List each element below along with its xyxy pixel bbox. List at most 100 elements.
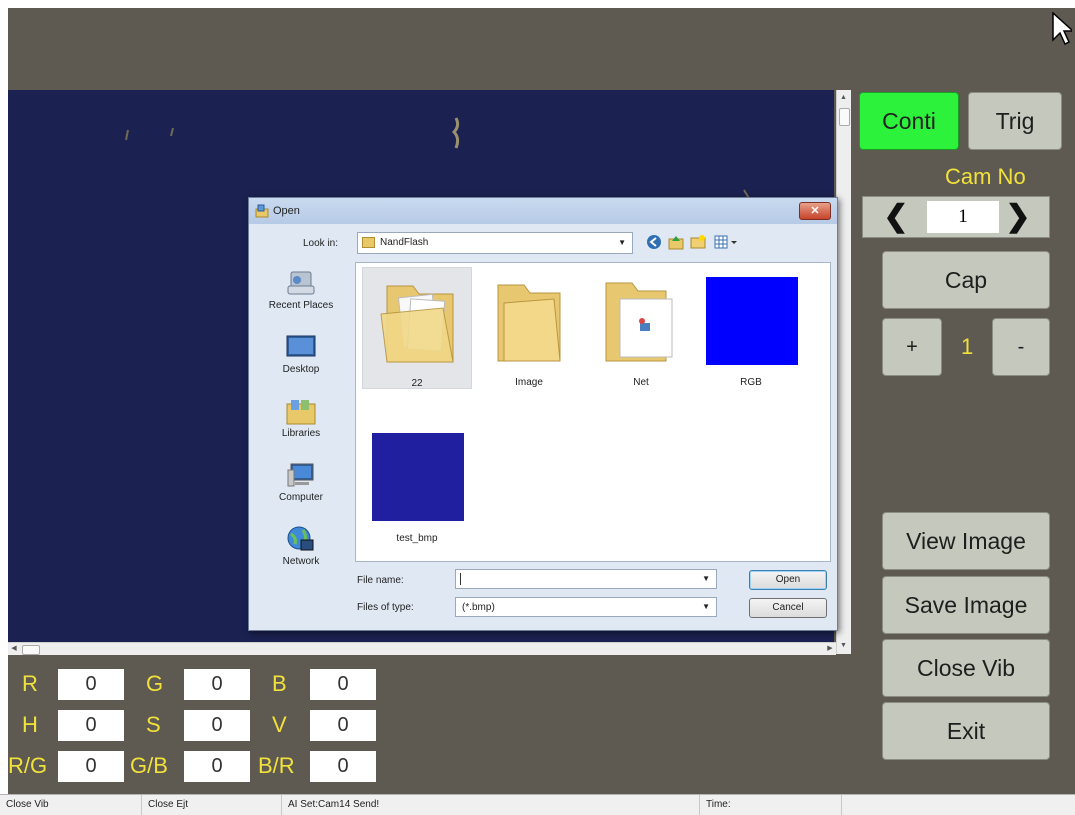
look-in-value: NandFlash [380, 237, 429, 248]
files-of-type-select[interactable]: (*.bmp) ▼ [455, 597, 717, 617]
place-label: Network [282, 556, 320, 567]
scroll-left-icon[interactable]: ◀ [8, 643, 20, 655]
file-item-folder-22[interactable]: 22 [362, 267, 472, 389]
file-name-input[interactable]: ▼ [455, 569, 717, 589]
readout-value-s: 0 [184, 710, 250, 741]
dropdown-arrow-icon[interactable]: ▼ [702, 574, 710, 583]
chevron-right-icon[interactable]: ❯ [1003, 202, 1033, 232]
view-menu-icon[interactable] [713, 234, 741, 252]
folder-icon [497, 284, 561, 362]
back-icon[interactable] [645, 234, 663, 252]
open-app-icon [255, 204, 269, 218]
save-image-button[interactable]: Save Image [882, 576, 1050, 634]
dialog-close-button[interactable]: ✕ [799, 202, 831, 220]
file-list[interactable]: 22 Image Net RGB test_bmp [355, 262, 831, 562]
vertical-scrollbar[interactable]: ▲ ▼ [836, 90, 851, 654]
capture-button[interactable]: Cap [882, 251, 1050, 309]
file-item-image-rgb[interactable]: RGB [696, 267, 806, 389]
camera-number-value[interactable]: 1 [927, 201, 999, 233]
readout-value-r: 0 [58, 669, 124, 700]
image-thumbnail [372, 433, 464, 521]
look-in-label: Look in: [303, 238, 339, 249]
increment-button[interactable]: + [882, 318, 942, 376]
camera-number-label: Cam No [945, 164, 1026, 189]
file-item-folder-net[interactable]: Net [586, 267, 696, 389]
readout-value-v: 0 [310, 710, 376, 741]
files-of-type-value: (*.bmp) [462, 602, 495, 613]
libraries-icon [285, 396, 317, 426]
status-message: AI Set:Cam14 Send! [282, 795, 700, 815]
look-in-dropdown[interactable]: NandFlash ▼ [357, 232, 633, 254]
horizontal-scrollbar[interactable]: ◀ ▶ [8, 642, 836, 655]
place-desktop[interactable]: Desktop [255, 332, 347, 375]
open-file-dialog: Open ✕ Look in: NandFlash ▼ Recent Place… [248, 197, 838, 631]
scroll-thumb[interactable] [839, 108, 850, 126]
open-button[interactable]: Open [749, 570, 827, 590]
status-ejt: Close Ejt [142, 795, 282, 815]
dropdown-arrow-icon: ▼ [618, 238, 626, 247]
new-folder-icon[interactable] [689, 234, 707, 252]
place-computer[interactable]: Computer [255, 460, 347, 503]
readout-label-h: H [22, 712, 38, 737]
scroll-thumb[interactable] [22, 645, 40, 655]
mouse-cursor-icon [1052, 12, 1072, 46]
scroll-down-icon[interactable]: ▼ [839, 640, 848, 652]
readout-label-b: B [272, 671, 287, 696]
cancel-button[interactable]: Cancel [749, 598, 827, 618]
status-vib: Close Vib [0, 795, 142, 815]
place-network[interactable]: Network [255, 524, 347, 567]
trigger-mode-button[interactable]: Trig [968, 92, 1062, 150]
file-name: RGB [740, 377, 762, 388]
places-bar: Recent Places Desktop Libraries Computer… [255, 264, 347, 567]
text-caret [460, 573, 461, 585]
recent-places-icon [285, 268, 317, 298]
dialog-title-bar[interactable]: Open ✕ [249, 198, 837, 224]
exit-button[interactable]: Exit [882, 702, 1050, 760]
place-label: Libraries [281, 428, 321, 439]
network-icon [285, 524, 317, 554]
file-item-image-test-bmp[interactable]: test_bmp [362, 423, 472, 545]
readout-label-g: G [146, 671, 164, 696]
readout-value-b: 0 [310, 669, 376, 700]
file-name: Image [515, 377, 543, 388]
close-vib-button[interactable]: Close Vib [882, 639, 1050, 697]
file-name-label: File name: [357, 575, 404, 586]
place-label: Recent Places [268, 300, 334, 311]
up-folder-icon[interactable] [667, 234, 685, 252]
readout-value-br: 0 [310, 751, 376, 782]
capture-count: 1 [961, 334, 974, 359]
dropdown-arrow-icon: ▼ [702, 602, 710, 611]
readout-label-rg: R/G [8, 753, 48, 778]
dialog-title: Open [273, 205, 300, 217]
view-image-button[interactable]: View Image [882, 512, 1050, 570]
image-thumbnail [706, 277, 798, 365]
place-libraries[interactable]: Libraries [255, 396, 347, 439]
continuous-mode-button[interactable]: Conti [859, 92, 959, 150]
readout-value-h: 0 [58, 710, 124, 741]
place-label: Computer [279, 492, 323, 503]
scroll-up-icon[interactable]: ▲ [839, 92, 848, 104]
readout-label-r: R [22, 671, 38, 696]
readout-label-v: V [272, 712, 287, 737]
readout-value-rg: 0 [58, 751, 124, 782]
place-recent-places[interactable]: Recent Places [255, 268, 347, 311]
computer-icon [285, 460, 317, 490]
place-label: Desktop [282, 364, 320, 375]
readout-value-gb: 0 [184, 751, 250, 782]
file-name: Net [633, 377, 649, 388]
status-bar: Close Vib Close Ejt AI Set:Cam14 Send! T… [0, 794, 1075, 815]
scroll-right-icon[interactable]: ▶ [824, 643, 836, 655]
readout-label-s: S [146, 712, 161, 737]
folder-icon [362, 237, 375, 248]
status-time: Time: [700, 795, 842, 815]
readout-label-gb: G/B [130, 753, 168, 778]
readout-value-g: 0 [184, 669, 250, 700]
camera-number-stepper: ❮ 1 ❯ [862, 196, 1050, 238]
decrement-button[interactable]: - [992, 318, 1050, 376]
folder-docs-icon [380, 285, 454, 363]
file-item-folder-image[interactable]: Image [474, 267, 584, 389]
readout-label-br: B/R [258, 753, 295, 778]
desktop-icon [285, 332, 317, 362]
folder-net-icon [605, 282, 673, 362]
chevron-left-icon[interactable]: ❮ [881, 202, 911, 232]
